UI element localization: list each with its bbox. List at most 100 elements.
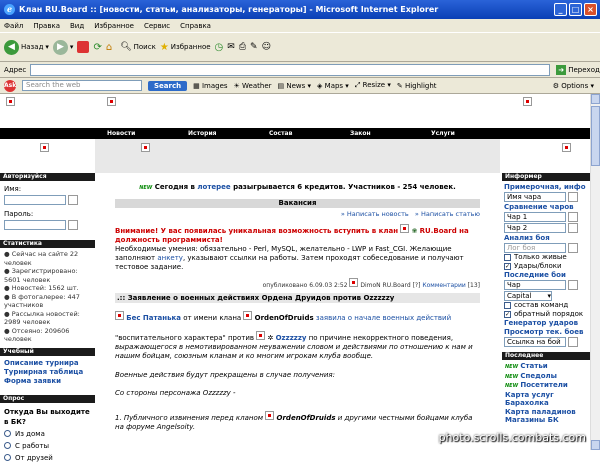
team-composition-checkbox[interactable]: состав команд bbox=[504, 301, 588, 310]
refresh-icon[interactable]: ⟳ bbox=[93, 42, 101, 53]
back-button[interactable]: ◀ Назад ▾ bbox=[4, 39, 49, 55]
nav-history[interactable]: История bbox=[176, 130, 257, 137]
char2-button[interactable] bbox=[568, 223, 578, 233]
city-select[interactable]: Capital ▾ bbox=[504, 291, 552, 301]
author-link[interactable]: Бес Патанька bbox=[126, 314, 181, 322]
weather-button[interactable]: ☀ Weather bbox=[234, 82, 272, 90]
application-link[interactable]: анкету bbox=[157, 254, 183, 262]
fight-link-field[interactable]: Ссылка на бой bbox=[504, 337, 566, 347]
forward-button[interactable]: ▶ ▾ bbox=[52, 39, 73, 55]
highlight-button[interactable]: ✎ Highlight bbox=[397, 82, 437, 90]
fight-log-button[interactable] bbox=[568, 243, 578, 253]
checkbox[interactable] bbox=[504, 253, 511, 261]
fitting-room-link[interactable]: Примерочная, инфо bbox=[504, 183, 588, 192]
nav-news[interactable]: Новости bbox=[95, 130, 176, 137]
stat-mailing: ● Рассылка новостей: 2989 человек bbox=[4, 309, 80, 327]
view-fights-link[interactable]: Просмотр тек. боев bbox=[504, 328, 588, 337]
address-input[interactable] bbox=[30, 63, 551, 76]
tournament-description-link[interactable]: Описание турнира bbox=[4, 359, 91, 368]
login-submit-button[interactable] bbox=[68, 220, 78, 230]
maximize-button[interactable]: □ bbox=[569, 3, 582, 16]
char2-field[interactable]: Чар 2 bbox=[504, 223, 566, 233]
vertical-scrollbar[interactable] bbox=[590, 94, 600, 450]
minimize-button[interactable]: _ bbox=[554, 3, 567, 16]
mail-icon[interactable]: ✉ bbox=[227, 42, 235, 52]
edit-icon[interactable]: ✎ bbox=[250, 42, 258, 52]
print-icon[interactable]: ⎙ bbox=[239, 42, 246, 52]
strike-generator-link[interactable]: Генератор ударов bbox=[504, 319, 588, 328]
last-fights-link[interactable]: Последние бои bbox=[504, 271, 588, 280]
web-search-button[interactable]: Search bbox=[148, 80, 188, 91]
side-image bbox=[39, 143, 49, 152]
tournament-table-link[interactable]: Турнирная таблица bbox=[4, 368, 91, 377]
radio-button[interactable] bbox=[4, 430, 11, 437]
search-button[interactable]: 🔍︎ Поиск bbox=[120, 42, 156, 52]
checkbox[interactable] bbox=[504, 301, 511, 309]
application-form-link[interactable]: Форма заявки bbox=[4, 377, 91, 386]
strikes-checkbox[interactable]: ✓ Удары/блоки bbox=[504, 262, 588, 271]
poll-option-home[interactable]: Из дома bbox=[4, 429, 91, 439]
char1-field[interactable]: Чар 1 bbox=[504, 212, 566, 222]
ask-logo-icon: Ask bbox=[4, 79, 16, 92]
fight-log-field[interactable]: Лог боя bbox=[504, 243, 566, 253]
news-button[interactable]: ▤ News ▾ bbox=[278, 82, 312, 90]
checkbox[interactable]: ✓ bbox=[504, 310, 511, 318]
clan-image bbox=[265, 411, 275, 420]
poll-option-work[interactable]: С работы bbox=[4, 441, 91, 451]
char-name-field[interactable]: Имя чара bbox=[504, 192, 566, 202]
compare-chars-link[interactable]: Сравнение чаров bbox=[504, 203, 588, 212]
window-title: Клан RU.Board :: [новости, статьи, анали… bbox=[19, 5, 439, 14]
only-alive-checkbox[interactable]: Только живые bbox=[504, 253, 588, 262]
nav-members[interactable]: Состав bbox=[257, 130, 338, 137]
articles-link[interactable]: NEW Статьи bbox=[505, 362, 587, 372]
lottery-link[interactable]: лотерее bbox=[197, 183, 230, 191]
menu-tools[interactable]: Сервис bbox=[144, 22, 170, 30]
visitors-link[interactable]: NEW Посетители bbox=[505, 381, 587, 391]
radio-button[interactable] bbox=[4, 442, 11, 449]
char-button[interactable] bbox=[568, 280, 578, 290]
shops-link[interactable]: Магазины БК bbox=[505, 416, 587, 425]
fight-link-button[interactable] bbox=[568, 337, 578, 347]
nav-law[interactable]: Закон bbox=[338, 130, 419, 137]
write-article-link[interactable]: Написать статью bbox=[421, 210, 480, 218]
maps-button[interactable]: ◈ Maps ▾ bbox=[317, 82, 349, 90]
banner-image bbox=[6, 97, 15, 106]
target-link[interactable]: Ozzzzzy bbox=[276, 334, 307, 342]
stop-icon[interactable] bbox=[77, 41, 90, 53]
write-news-link[interactable]: Написать новость bbox=[347, 210, 409, 218]
nav-services[interactable]: Услуги bbox=[419, 130, 500, 137]
web-search-input[interactable]: Search the web bbox=[22, 80, 142, 91]
home-icon[interactable]: ⌂ bbox=[106, 42, 112, 53]
checkbox[interactable]: ✓ bbox=[504, 262, 511, 270]
spedols-link[interactable]: NEW Спедолы bbox=[505, 372, 587, 382]
services-map-link[interactable]: Карта услуг bbox=[505, 391, 587, 400]
login-name-button[interactable] bbox=[68, 195, 78, 205]
messenger-icon[interactable]: ☺ bbox=[262, 42, 271, 52]
password-field[interactable] bbox=[4, 220, 66, 230]
reverse-order-checkbox[interactable]: ✓ обратный порядок bbox=[504, 310, 588, 319]
menu-help[interactable]: Справка bbox=[180, 22, 211, 30]
menu-view[interactable]: Вид bbox=[70, 22, 84, 30]
char-name-button[interactable] bbox=[568, 192, 578, 202]
menu-file[interactable]: Файл bbox=[4, 22, 23, 30]
comments-link[interactable]: Комментарии bbox=[422, 282, 465, 289]
menu-edit[interactable]: Правка bbox=[33, 22, 60, 30]
login-name-field[interactable] bbox=[4, 195, 66, 205]
stat-online: ● Сейчас на сайте 22 человек bbox=[4, 250, 79, 267]
history-icon[interactable]: ◷ bbox=[215, 42, 224, 53]
images-button[interactable]: ▦ Images bbox=[193, 82, 227, 90]
close-button[interactable]: × bbox=[584, 3, 597, 16]
ie-icon: e bbox=[4, 4, 15, 15]
char-field[interactable]: Чар bbox=[504, 280, 566, 290]
fight-analysis-link[interactable]: Анализ боя bbox=[504, 234, 588, 243]
radio-button[interactable] bbox=[4, 454, 11, 461]
flea-market-link[interactable]: Барахолка bbox=[505, 399, 587, 408]
options-button[interactable]: ⚙ Options ▾ bbox=[553, 82, 594, 90]
go-button[interactable]: ➜ Переход bbox=[556, 64, 600, 75]
paladins-map-link[interactable]: Карта паладинов bbox=[505, 408, 587, 417]
menu-favorites[interactable]: Избранное bbox=[94, 22, 134, 30]
resize-button[interactable]: ⤢ Resize ▾ bbox=[355, 81, 391, 90]
char1-button[interactable] bbox=[568, 212, 578, 222]
favorites-button[interactable]: ★ Избранное bbox=[160, 42, 211, 53]
poll-option-friends[interactable]: От друзей bbox=[4, 453, 91, 463]
